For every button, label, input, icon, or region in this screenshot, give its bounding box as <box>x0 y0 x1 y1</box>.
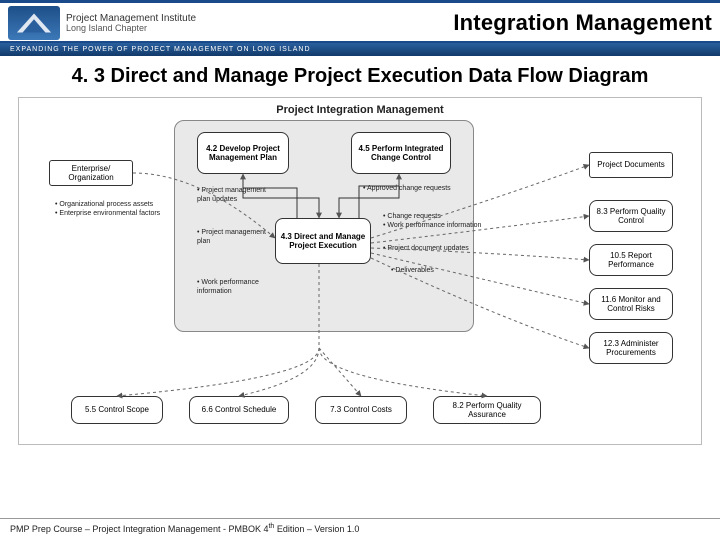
box-6-6: 6.6 Control Schedule <box>189 396 289 424</box>
logo-line2: Long Island Chapter <box>66 24 196 34</box>
box-12-3: 12.3 Administer Procurements <box>589 332 673 364</box>
box-8-3: 8.3 Perform Quality Control <box>589 200 673 232</box>
box-5-5: 5.5 Control Scope <box>71 396 163 424</box>
box-4-3: 4.3 Direct and Manage Project Execution <box>275 218 371 264</box>
bullets-cr-wpi: Change requests Work performance informa… <box>383 212 487 230</box>
box-7-3: 7.3 Control Costs <box>315 396 407 424</box>
box-project-documents: Project Documents <box>589 152 673 178</box>
box-4-2: 4.2 Develop Project Management Plan <box>197 132 289 174</box>
box-4-5: 4.5 Perform Integrated Change Control <box>351 132 451 174</box>
logo-block: Project Management Institute Long Island… <box>8 6 196 40</box>
bullets-pm-plan: Project management plan <box>197 228 269 246</box>
pim-container-title: Project Integration Management <box>19 104 701 116</box>
bullets-pm-plan-updates: Project management plan updates <box>197 186 273 204</box>
header: Project Management Institute Long Island… <box>0 3 720 41</box>
footer: PMP Prep Course – Project Integration Ma… <box>0 518 720 534</box>
bullets-doc-updates: Project document updates <box>383 244 473 253</box>
tagline-bar: EXPANDING THE POWER OF PROJECT MANAGEMEN… <box>0 41 720 56</box>
bullets-deliverables: Deliverables <box>391 266 471 275</box>
box-11-6: 11.6 Monitor and Control Risks <box>589 288 673 320</box>
footer-text-post: Edition – Version 1.0 <box>274 524 359 534</box>
diagram-frame: Project Integration Management 4.2 Devel… <box>18 97 702 445</box>
bullets-wpi: Work performance information <box>197 278 287 296</box>
footer-text-pre: PMP Prep Course – Project Integration Ma… <box>10 524 268 534</box>
box-8-2: 8.2 Perform Quality Assurance <box>433 396 541 424</box>
box-enterprise: Enterprise/ Organization <box>49 160 133 186</box>
bullets-approved-cr: Approved change requests <box>363 184 453 193</box>
logo-text: Project Management Institute Long Island… <box>66 13 196 34</box>
slide-title: 4. 3 Direct and Manage Project Execution… <box>0 56 720 93</box>
bullets-enterprise: Organizational process assets Enterprise… <box>55 200 165 218</box>
pmi-logo-icon <box>8 6 60 40</box>
box-10-5: 10.5 Report Performance <box>589 244 673 276</box>
page-title: Integration Management <box>453 10 712 36</box>
logo-line1: Project Management Institute <box>66 13 196 24</box>
